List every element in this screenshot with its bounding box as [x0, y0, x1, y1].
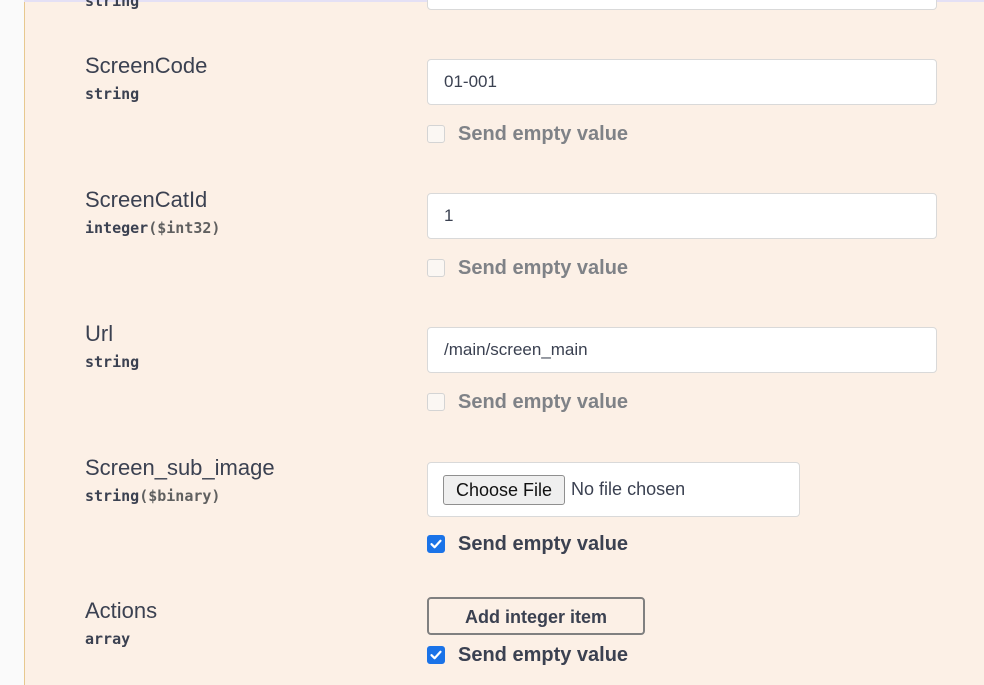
send-empty-label: Send empty value — [458, 390, 629, 413]
param-name: Screen_sub_image — [85, 455, 275, 480]
file-input: Choose File No file chosen — [427, 462, 800, 517]
add-integer-item-button[interactable]: Add integer item — [427, 597, 645, 635]
choose-file-button[interactable]: Choose File — [443, 474, 566, 505]
param-type: integer($int32) — [85, 219, 221, 237]
param-screencode: ScreenCode string — [85, 53, 207, 103]
param-screencatid: ScreenCatId integer($int32) — [85, 187, 220, 237]
send-empty-checkbox[interactable] — [427, 646, 445, 664]
left-gutter — [0, 0, 24, 685]
param-type: string — [85, 0, 140, 10]
url-send-empty[interactable]: Send empty value — [427, 390, 628, 414]
param-name: ScreenCode — [85, 53, 208, 78]
param-actions: Actions array — [85, 598, 157, 648]
param-name: Actions — [85, 598, 158, 623]
param-partial-input[interactable] — [427, 0, 937, 10]
screen-sub-image-send-empty[interactable]: Send empty value — [427, 532, 628, 556]
screencode-input[interactable] — [427, 59, 937, 105]
send-empty-label: Send empty value — [458, 643, 629, 666]
screencatid-send-empty[interactable]: Send empty value — [427, 256, 628, 280]
param-screen-sub-image: Screen_sub_image string($binary) — [85, 455, 275, 505]
url-input[interactable] — [427, 327, 937, 373]
send-empty-label: Send empty value — [458, 122, 629, 145]
param-type: array — [85, 630, 131, 648]
send-empty-checkbox[interactable] — [427, 259, 445, 277]
param-name: ScreenCatId — [85, 187, 208, 212]
screencatid-input[interactable] — [427, 193, 937, 239]
screencode-send-empty[interactable]: Send empty value — [427, 122, 628, 146]
actions-send-empty[interactable]: Send empty value — [427, 643, 628, 667]
param-type: string($binary) — [85, 487, 221, 505]
send-empty-label: Send empty value — [458, 532, 629, 555]
param-partial: string — [85, 0, 139, 10]
send-empty-checkbox[interactable] — [427, 125, 445, 143]
send-empty-checkbox[interactable] — [427, 393, 445, 411]
check-icon — [430, 539, 442, 549]
send-empty-label: Send empty value — [458, 256, 629, 279]
check-icon — [430, 650, 442, 660]
param-url: Url string — [85, 321, 139, 371]
param-type: string — [85, 353, 140, 371]
send-empty-checkbox[interactable] — [427, 535, 445, 553]
file-status: No file chosen — [571, 479, 686, 499]
param-type: string — [85, 85, 140, 103]
param-name: Url — [85, 321, 114, 346]
